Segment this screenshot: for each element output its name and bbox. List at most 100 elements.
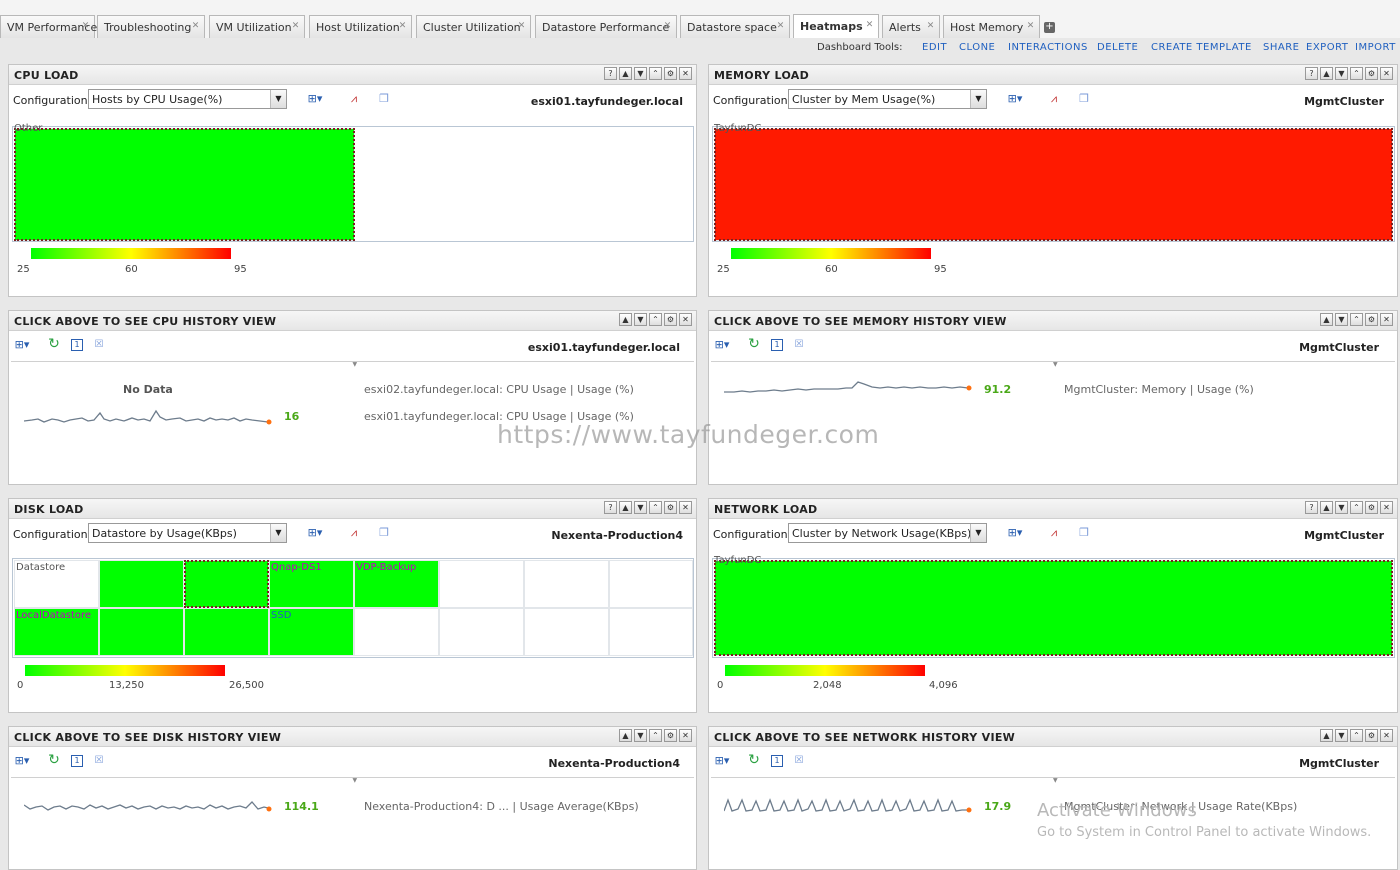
close-icon[interactable]: ✕ [81,22,90,31]
help-icon[interactable]: ? [604,67,617,80]
close-icon[interactable]: ✕ [679,729,692,742]
move-up-icon[interactable]: ▲ [619,67,632,80]
collapse-icon[interactable]: ⌃ [1350,729,1363,742]
hierarchy-dropdown-icon[interactable]: ⊞▾ [714,338,730,352]
collapse-icon[interactable]: ⌃ [649,729,662,742]
collapse-icon[interactable]: ⌃ [1350,313,1363,326]
heatmap-cell[interactable] [524,560,609,608]
help-icon[interactable]: ? [604,501,617,514]
tab-troubleshooting[interactable]: Troubleshooting ✕ [97,15,205,38]
resize-handle[interactable]: ▼ [711,361,1395,368]
settings-icon[interactable]: ⚙ [1365,67,1378,80]
delete-link[interactable]: DELETE [1097,42,1138,53]
settings-icon[interactable]: ⚙ [664,501,677,514]
move-down-icon[interactable]: ▼ [634,313,647,326]
move-down-icon[interactable]: ▼ [1335,501,1348,514]
close-icon[interactable]: ✕ [291,22,300,31]
close-icon[interactable]: ✕ [679,501,692,514]
heatmap-cell[interactable] [439,560,524,608]
collapse-icon[interactable]: ⌃ [1350,501,1363,514]
heatmap-cell[interactable] [609,608,693,656]
close-icon[interactable]: ✕ [191,22,200,31]
tab-heatmaps[interactable]: Heatmaps ✕ [793,14,879,38]
tab-cluster-utilization[interactable]: Cluster Utilization ✕ [416,15,531,38]
close-icon[interactable]: ✕ [679,313,692,326]
hierarchy-dropdown-icon[interactable]: ⊞▾ [14,754,30,768]
import-link[interactable]: IMPORT [1355,42,1396,53]
move-up-icon[interactable]: ▲ [619,501,632,514]
collapse-icon[interactable]: ⌃ [649,501,662,514]
tab-datastore-space[interactable]: Datastore space ✕ [680,15,790,38]
tab-datastore-performance[interactable]: Datastore Performance ✕ [535,15,677,38]
heatmap-cell[interactable] [99,608,184,656]
close-icon[interactable]: ✕ [517,22,526,31]
move-up-icon[interactable]: ▲ [619,313,632,326]
create-template-link[interactable]: CREATE TEMPLATE [1151,42,1252,53]
close-icon[interactable]: ✕ [1026,22,1035,31]
close-icon[interactable]: ✕ [1380,501,1393,514]
refresh-icon[interactable]: ↻ [46,337,62,351]
tab-host-memory[interactable]: Host Memory ✕ [943,15,1040,38]
settings-icon[interactable]: ⚙ [1365,729,1378,742]
heatmap-cell[interactable] [184,608,269,656]
clear-icon[interactable]: ☒ [791,754,807,768]
resize-handle[interactable]: ▼ [711,777,1395,784]
clear-icon[interactable]: ☒ [91,754,107,768]
resize-handle[interactable]: ▼ [11,361,694,368]
copy-icon[interactable]: ❐ [1076,92,1092,106]
hierarchy-dropdown-icon[interactable]: ⊞▾ [1007,526,1023,540]
refresh-icon[interactable]: ↻ [746,337,762,351]
refresh-icon[interactable]: ↻ [746,753,762,767]
calendar-icon[interactable]: 1 [71,339,83,351]
heatmap-cell[interactable]: Datastore [14,560,99,608]
clone-link[interactable]: CLONE [959,42,995,53]
copy-icon[interactable]: ❐ [376,92,392,106]
move-up-icon[interactable]: ▲ [1320,729,1333,742]
hierarchy-dropdown-icon[interactable]: ⊞▾ [714,754,730,768]
clear-icon[interactable]: ☒ [91,338,107,352]
close-icon[interactable]: ✕ [926,22,935,31]
memory-config-select[interactable]: Cluster by Mem Usage(%) ▼ [788,89,987,109]
settings-icon[interactable]: ⚙ [664,313,677,326]
interactions-link[interactable]: INTERACTIONS [1008,42,1088,53]
move-up-icon[interactable]: ▲ [1320,67,1333,80]
calendar-icon[interactable]: 1 [771,339,783,351]
hierarchy-dropdown-icon[interactable]: ⊞▾ [14,338,30,352]
heatmap-cell[interactable] [714,560,1393,656]
settings-icon[interactable]: ⚙ [664,729,677,742]
hierarchy-dropdown-icon[interactable]: ⊞▾ [307,92,323,106]
heatmap-cell[interactable] [714,128,1393,241]
settings-icon[interactable]: ⚙ [1365,501,1378,514]
move-up-icon[interactable]: ▲ [1320,501,1333,514]
heatmap-cell[interactable] [609,560,693,608]
close-icon[interactable]: ✕ [776,22,785,31]
chart-icon[interactable]: ⩘ [346,526,362,540]
calendar-icon[interactable]: 1 [71,755,83,767]
copy-icon[interactable]: ❐ [1076,526,1092,540]
export-link[interactable]: EXPORT [1306,42,1348,53]
move-down-icon[interactable]: ▼ [1335,313,1348,326]
tab-vm-performance[interactable]: VM Performance ✕ [0,15,97,38]
chart-icon[interactable]: ⩘ [346,92,362,106]
heatmap-cell[interactable]: Qnap-DS1 [269,560,354,608]
close-icon[interactable]: ✕ [1380,67,1393,80]
heatmap-cell[interactable] [99,560,184,608]
settings-icon[interactable]: ⚙ [1365,313,1378,326]
settings-icon[interactable]: ⚙ [664,67,677,80]
collapse-icon[interactable]: ⌃ [649,313,662,326]
sparkline[interactable] [24,407,274,427]
chart-icon[interactable]: ⩘ [1046,92,1062,106]
calendar-icon[interactable]: 1 [771,755,783,767]
move-up-icon[interactable]: ▲ [1320,313,1333,326]
copy-icon[interactable]: ❐ [376,526,392,540]
add-tab-icon[interactable]: + [1044,22,1055,33]
heatmap-cell[interactable] [524,608,609,656]
tab-host-utilization[interactable]: Host Utilization ✕ [309,15,412,38]
network-config-select[interactable]: Cluster by Network Usage(KBps) ▼ [788,523,987,543]
move-down-icon[interactable]: ▼ [1335,729,1348,742]
resize-handle[interactable]: ▼ [11,777,694,784]
sparkline[interactable] [724,795,974,817]
tab-alerts[interactable]: Alerts ✕ [882,15,940,38]
move-down-icon[interactable]: ▼ [634,67,647,80]
heatmap-cell[interactable]: VDP-Backup [354,560,439,608]
